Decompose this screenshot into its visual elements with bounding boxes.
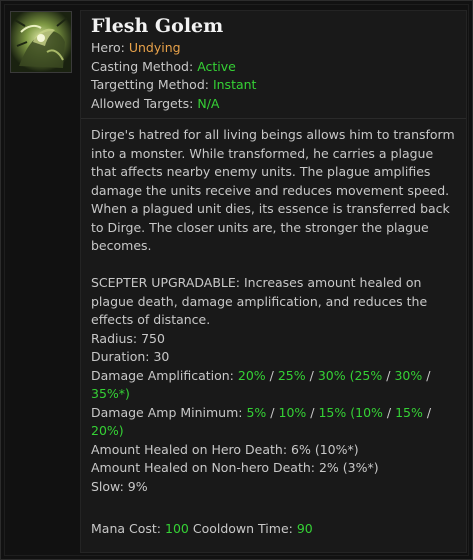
slow-stat: Slow: 9% [91,478,148,494]
flesh-golem-icon-art [11,12,71,72]
ability-body: Dirge's hatred for all living beings all… [91,126,457,496]
min-value-2: 10% [278,404,307,420]
min-value-1: 5% [246,404,267,420]
targetting-method-label: Targetting Method: [91,77,209,92]
mana-cost-label: Mana Cost: [91,521,162,536]
damage-amplification-label: Damage Amplification: [91,367,234,383]
amp-scepter-value-1: (25% [349,367,383,383]
allowed-targets-row: Allowed Targets: N/A [91,95,256,114]
casting-method-value: Active [197,58,236,74]
targetting-method-value: Instant [212,77,257,92]
min-scepter-value-1: (10% [350,404,383,420]
casting-method-label: Casting Method: [91,58,194,74]
amp-scepter-value-3: 35%*) [91,386,130,401]
radius-stat: Radius: 750 [91,330,165,346]
heal-on-hero-death-stat: Amount Healed on Hero Death: 6% (10%*) [91,441,359,457]
cost-row: Mana Cost: 100 Cooldown Time: 90 [91,520,313,539]
amp-value-3: 30% [317,367,346,383]
ability-title: Flesh Golem [91,15,224,37]
cooldown-label: Cooldown Time: [192,521,293,536]
allowed-targets-label: Allowed Targets: [91,95,194,111]
hero-row: Hero: Undying [91,39,256,58]
flesh-golem-ability-icon [10,11,72,73]
hero-value: Undying [128,40,181,55]
tooltip-frame: Flesh Golem Hero: Undying Casting Method… [0,0,473,560]
min-scepter-value-2: 15% [395,404,423,420]
amp-value-1: 20% [237,367,266,383]
damage-amp-minimum-stat: Damage Amp Minimum: 5% / 10% / 15% (10% … [91,404,432,439]
amp-scepter-value-2: 30% [394,367,423,383]
targetting-method-row: Targetting Method: Instant [91,76,256,95]
damage-amplification-stat: Damage Amplification: 20% / 25% / 30% (2… [91,367,431,402]
mana-cost-value: 100 [165,521,189,536]
damage-amp-minimum-label: Damage Amp Minimum: [91,404,243,420]
duration-stat: Duration: 30 [91,349,170,364]
ability-meta: Hero: Undying Casting Method: Active Tar… [91,39,256,113]
casting-method-row: Casting Method: Active [91,58,256,77]
ability-description: Dirge's hatred for all living beings all… [91,127,455,253]
allowed-targets-value: N/A [197,95,220,111]
heal-on-nonhero-death-stat: Amount Healed on Non-hero Death: 2% (3%*… [91,460,379,475]
meta-divider [81,118,466,119]
min-scepter-value-3: 20%) [91,423,124,438]
amp-value-2: 25% [277,367,306,383]
min-value-3: 15% [318,404,347,420]
cooldown-value: 90 [296,521,313,536]
scepter-upgrade-text: SCEPTER UPGRADABLE: Increases amount hea… [91,275,428,327]
hero-label: Hero: [91,40,125,55]
